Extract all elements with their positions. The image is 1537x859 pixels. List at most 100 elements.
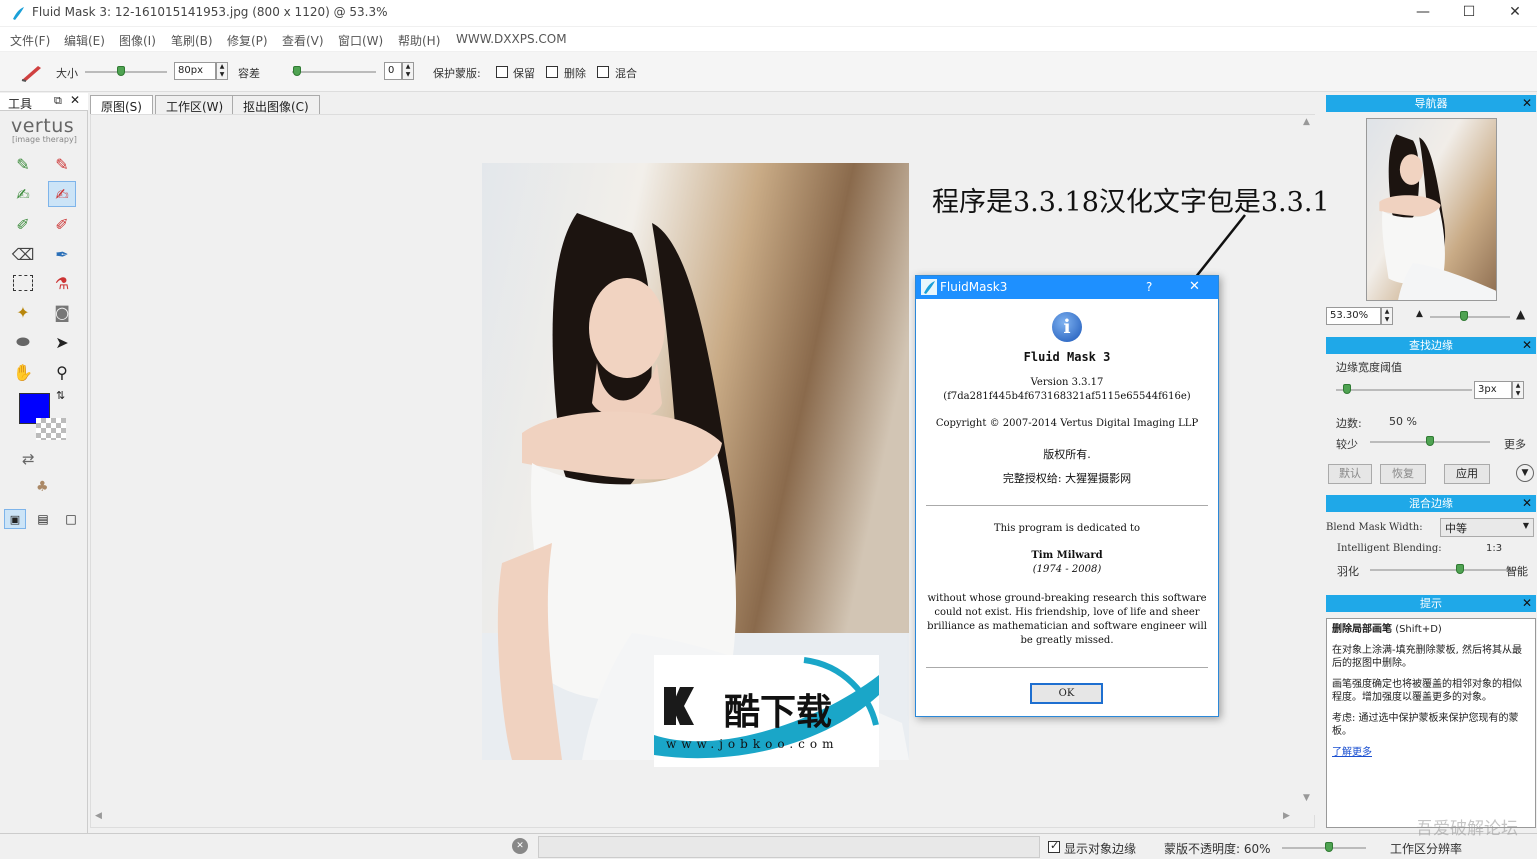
magic-wand-icon[interactable]: ✦ [9, 299, 37, 325]
show-edges-checkbox[interactable]: ✓ [1048, 839, 1060, 853]
size-input[interactable]: 80px [174, 62, 216, 80]
dialog-license: 完整授权给: 大猩猩摄影网 [1002, 472, 1132, 485]
close-icon[interactable]: ✕ [1522, 337, 1532, 354]
minimize-button[interactable]: — [1400, 0, 1446, 26]
view-mode-1-icon[interactable]: ▣ [4, 509, 26, 529]
navigator-thumbnail[interactable] [1366, 118, 1497, 301]
apply-button[interactable]: 应用 [1444, 464, 1490, 484]
tolerance-slider[interactable] [292, 71, 376, 73]
tab-original[interactable]: 原图(S) [90, 95, 153, 115]
view-mode-3-icon[interactable]: □ [60, 509, 82, 529]
zoom-input[interactable]: 53.30% [1326, 307, 1381, 325]
tolerance-input[interactable]: 0 [384, 62, 402, 80]
hints-header: 提示 ✕ [1326, 595, 1536, 612]
stop-icon[interactable]: ✕ [512, 838, 528, 854]
tolerance-spinner[interactable]: ▲ ▼ [402, 62, 414, 80]
compare-view-icon[interactable]: ⇄ [22, 450, 35, 468]
blend-mask-width-select[interactable]: 中等 ▼ [1440, 518, 1534, 537]
menu-view[interactable]: 查看(V) [282, 32, 324, 49]
dialog-divider [926, 505, 1208, 506]
edge-threshold-slider[interactable] [1336, 389, 1472, 391]
tolerance-label: 容差 [238, 67, 260, 80]
restore-button[interactable]: 恢复 [1380, 464, 1426, 484]
app-icon [921, 279, 937, 295]
blend-slider-knob[interactable] [1456, 564, 1464, 574]
close-icon[interactable]: ✕ [1522, 495, 1532, 512]
delete-local-brush-icon[interactable]: ✍ [48, 181, 76, 207]
tab-workspace[interactable]: 工作区(W) [155, 95, 235, 115]
horizontal-scrollbar[interactable]: ◀ ▶ [91, 811, 1301, 825]
size-spinner[interactable]: ▲ ▼ [216, 62, 228, 80]
pointer-icon[interactable]: ➤ [48, 329, 76, 355]
ok-button[interactable]: OK [1030, 683, 1103, 704]
menu-image[interactable]: 图像(I) [119, 32, 156, 49]
edge-threshold-spinner[interactable]: ▲ ▼ [1512, 381, 1524, 399]
learn-more-link[interactable]: 了解更多 [1332, 747, 1372, 758]
tolerance-slider-knob[interactable] [293, 66, 301, 76]
close-icon[interactable]: ✕ [1522, 95, 1532, 112]
edge-threshold-knob[interactable] [1343, 384, 1351, 394]
menu-brush[interactable]: 笔刷(B) [171, 32, 213, 49]
close-icon[interactable]: ✕ [70, 93, 80, 107]
zoom-spinner[interactable]: ▲ ▼ [1381, 307, 1393, 325]
zoom-slider[interactable] [1430, 316, 1510, 318]
size-slider[interactable] [85, 71, 167, 73]
close-icon[interactable]: ✕ [1522, 595, 1532, 612]
blend-mask-width-label: Blend Mask Width: [1326, 522, 1423, 533]
keep-fill-brush-icon[interactable]: ✐ [9, 211, 37, 237]
mix-checkbox[interactable] [597, 66, 609, 78]
marquee-select-icon[interactable] [9, 270, 37, 296]
dialog-dedication: This program is dedicated to [993, 523, 1141, 534]
delete-checkbox[interactable] [546, 66, 558, 78]
keep-local-brush-icon[interactable]: ✍ [9, 181, 37, 207]
hand-icon[interactable]: ✋ [9, 359, 37, 385]
maximize-button[interactable]: ☐ [1446, 0, 1492, 26]
size-slider-knob[interactable] [117, 66, 125, 76]
palette-icon[interactable]: ♣ [36, 479, 49, 495]
watermark: 酷下载 www.jobkoo.com [654, 655, 879, 767]
menu-website[interactable]: WWW.DXXPS.COM [456, 32, 567, 46]
delete-label: 删除 [564, 67, 586, 80]
menu-file[interactable]: 文件(F) [10, 32, 50, 49]
close-button[interactable]: ✕ [1492, 0, 1537, 26]
zoom-icon[interactable]: ⚲ [48, 359, 76, 385]
opacity-slider[interactable] [1282, 847, 1366, 849]
options-toolbar: 大小 80px ▲ ▼ 容差 0 ▲ ▼ 保护蒙版: 保留 删除 混合 [0, 52, 1537, 92]
view-mode-2-icon[interactable]: ▤ [32, 509, 54, 529]
blend-brush-icon[interactable]: ✒ [48, 241, 76, 267]
menu-window[interactable]: 窗口(W) [338, 32, 383, 49]
keep-brush-icon[interactable]: ✎ [9, 151, 37, 177]
find-edges-panel: 边缘宽度阈值 3px ▲ ▼ 边数: 50 % 较少 更多 默认 恢复 应用 ▼ [1326, 354, 1536, 492]
menu-edit[interactable]: 编辑(E) [64, 32, 105, 49]
dialog-close-button[interactable]: ✕ [1189, 279, 1200, 294]
delete-fill-brush-icon[interactable]: ✐ [48, 211, 76, 237]
zoom-out-icon[interactable]: ▲ [1416, 309, 1423, 319]
zoom-slider-knob[interactable] [1460, 311, 1468, 321]
delete-brush-icon[interactable]: ✎ [48, 151, 76, 177]
tab-cutout[interactable]: 抠出图像(C) [232, 95, 320, 115]
camera-icon[interactable]: ◙ [48, 299, 76, 325]
menu-repair[interactable]: 修复(P) [227, 32, 268, 49]
swap-colors-icon[interactable]: ⇅ [56, 389, 65, 402]
menu-help[interactable]: 帮助(H) [398, 32, 440, 49]
edge-count-knob[interactable] [1426, 436, 1434, 446]
navigator-header: 导航器 ✕ [1326, 95, 1536, 112]
expand-icon[interactable]: ▼ [1516, 464, 1534, 482]
float-icon[interactable]: ⧉ [54, 94, 62, 108]
protect-mask-label: 保护蒙版: [433, 67, 481, 80]
app-icon [13, 7, 24, 20]
keep-label: 保留 [513, 67, 535, 80]
keep-checkbox[interactable] [496, 66, 508, 78]
color-picker-icon[interactable]: ⚗ [48, 270, 76, 296]
zoom-in-icon[interactable]: ▲ [1516, 307, 1525, 321]
edge-more-label: 更多 [1504, 438, 1526, 451]
default-button[interactable]: 默认 [1328, 464, 1372, 484]
dialog-help-button[interactable]: ? [1146, 280, 1152, 294]
vertical-scrollbar[interactable]: ▲ ▼ [1301, 115, 1315, 815]
opacity-slider-knob[interactable] [1325, 842, 1333, 852]
blend-slider[interactable] [1370, 569, 1518, 571]
edge-threshold-input[interactable]: 3px [1474, 381, 1512, 399]
patch-icon[interactable]: ⬬ [9, 329, 37, 355]
eraser-icon[interactable]: ⌫ [9, 241, 37, 267]
background-color-swatch[interactable] [36, 418, 66, 440]
